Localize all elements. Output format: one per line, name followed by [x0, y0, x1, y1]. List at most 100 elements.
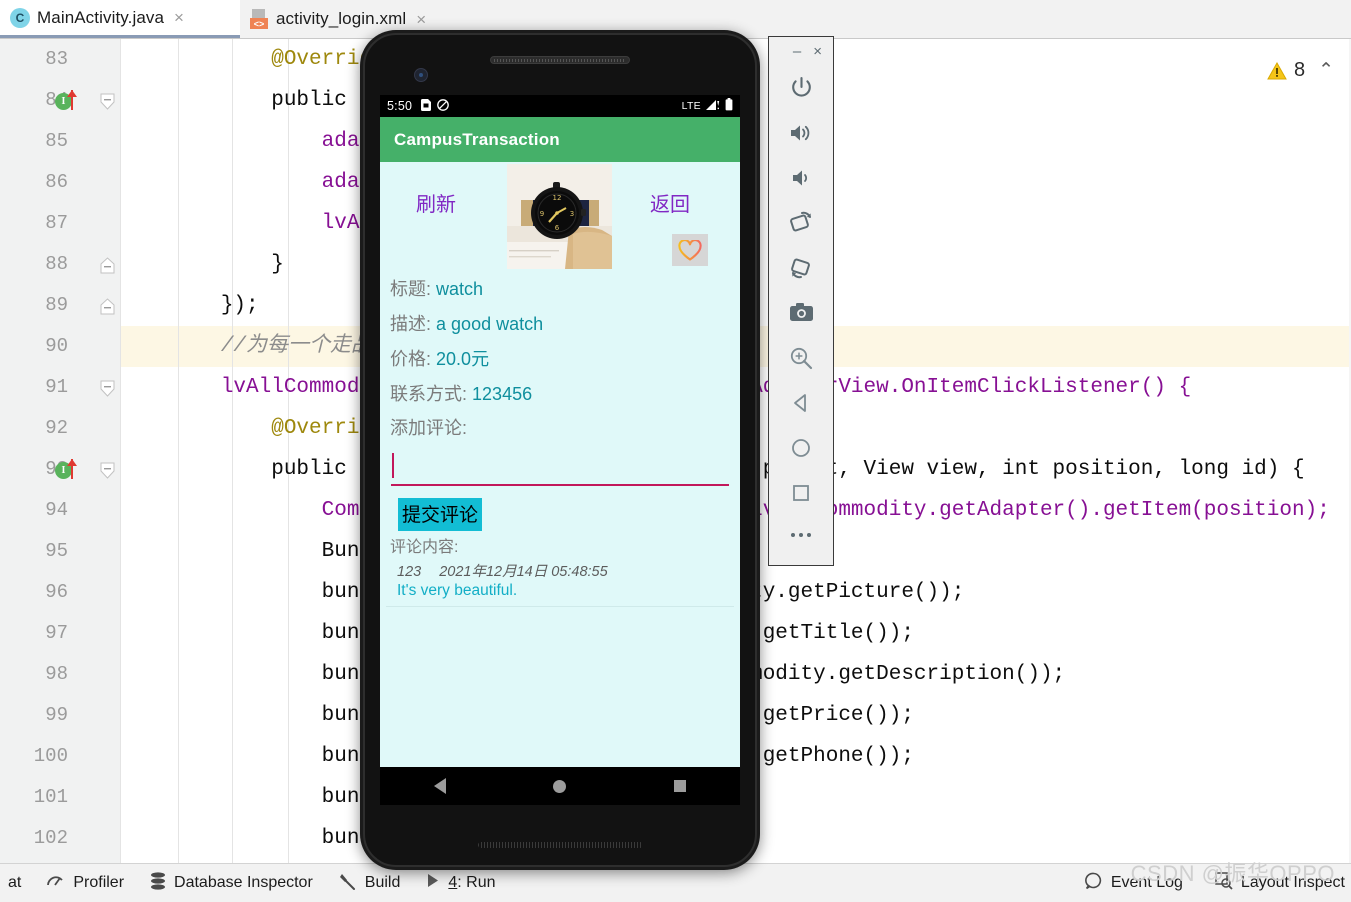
java-class-icon: C: [10, 7, 30, 28]
watch-photo[interactable]: 12 9 3 6: [507, 164, 612, 269]
home-circle-icon[interactable]: [553, 779, 567, 793]
network-type-label: LTE: [681, 100, 701, 112]
submit-comment-button[interactable]: 提交评论: [398, 498, 483, 531]
comment-input[interactable]: [391, 450, 729, 486]
gutter-line: 95: [45, 540, 68, 562]
field-label: 价格:: [390, 349, 432, 369]
chevron-up-icon[interactable]: ⌃: [1318, 59, 1334, 82]
battery-icon: [725, 98, 733, 114]
layout-inspector-icon: [1215, 871, 1233, 895]
gutter-line: 89: [0, 285, 120, 326]
rotate-left-icon[interactable]: [769, 200, 833, 245]
text-caret: [392, 453, 394, 478]
status-item-profiler[interactable]: Profiler: [47, 872, 124, 894]
fold-open-icon[interactable]: [100, 462, 115, 479]
status-item-run[interactable]: 44: Run: Run: [426, 873, 496, 893]
status-label: Build: [364, 874, 401, 891]
recent-square-icon[interactable]: [674, 780, 687, 792]
signal-icon: [706, 99, 720, 114]
status-item-logcat[interactable]: at: [8, 874, 21, 892]
field-label: 联系方式:: [390, 384, 468, 404]
status-time: 5:50: [387, 99, 413, 113]
home-icon[interactable]: [769, 425, 833, 470]
gutter-line: 96: [45, 581, 68, 603]
heart-icon: [678, 239, 702, 261]
bottom-speaker-grille: [478, 842, 643, 848]
return-button[interactable]: 返回: [650, 188, 690, 217]
close-icon[interactable]: ×: [416, 11, 426, 28]
field-contact: 联系方式: 123456: [380, 377, 740, 412]
gutter-line: 98: [45, 663, 68, 685]
gutter-line: 101: [33, 786, 68, 808]
gutter-line: 86: [45, 171, 68, 193]
volume-down-icon[interactable]: [769, 155, 833, 200]
gutter-line: 90: [45, 335, 68, 357]
comment-user: 123: [397, 564, 422, 580]
status-item-build[interactable]: Build: [339, 872, 401, 895]
emulator-screen[interactable]: 5:50 LTE CampusTransaction 刷新 返回 12 9 3 …: [380, 95, 740, 805]
overview-icon[interactable]: [769, 470, 833, 515]
camera-icon[interactable]: [769, 290, 833, 335]
tab-label: activity_login.xml: [276, 9, 407, 28]
fold-end-icon[interactable]: [100, 298, 115, 315]
warning-triangle-icon: [1267, 61, 1287, 80]
do-not-disturb-icon: [437, 98, 449, 114]
close-icon[interactable]: ×: [813, 44, 822, 59]
build-hammer-icon: [339, 872, 357, 895]
status-item-database-inspector[interactable]: Database Inspector: [150, 871, 313, 895]
app-bar: CampusTransaction: [380, 117, 740, 162]
minimize-icon[interactable]: –: [793, 44, 801, 59]
zoom-icon[interactable]: [769, 335, 833, 380]
gutter-line: 84 I: [0, 80, 120, 121]
add-comment-label: 添加评论:: [390, 418, 468, 438]
override-marker-icon[interactable]: I: [55, 459, 77, 480]
field-value: watch: [436, 279, 484, 299]
power-icon[interactable]: [769, 65, 833, 110]
fold-open-icon[interactable]: [100, 380, 115, 397]
gutter-line: 91: [0, 367, 120, 408]
tab-label: MainActivity.java: [37, 7, 165, 27]
comment-body: It's very beautiful.: [397, 582, 518, 599]
status-item-event-log[interactable]: Event Log: [1084, 872, 1183, 895]
emulator-window-controls: – ×: [769, 37, 833, 65]
fold-open-icon[interactable]: [100, 93, 115, 110]
inspection-widget[interactable]: 8 ⌃: [1262, 56, 1338, 85]
gutter-line: 83: [45, 48, 68, 70]
run-play-icon: [426, 873, 440, 893]
status-label: Layout Inspect: [1240, 874, 1345, 891]
favorite-button[interactable]: [672, 234, 708, 266]
field-value: 20.0元: [436, 349, 490, 369]
emulator-toolbar[interactable]: – ×: [768, 36, 834, 566]
database-icon: [150, 871, 166, 895]
comment-time: 2021年12月14日 05:48:55: [439, 564, 608, 580]
field-value: 123456: [472, 384, 533, 404]
gutter-line: 93 I: [0, 449, 120, 490]
gutter-line: 85: [45, 130, 68, 152]
gutter-line: 94: [45, 499, 68, 521]
warning-count: 8: [1293, 59, 1306, 81]
rotate-right-icon[interactable]: [769, 245, 833, 290]
field-price: 价格: 20.0元: [380, 342, 740, 377]
override-marker-icon[interactable]: I: [55, 90, 77, 111]
gutter-line: 87: [45, 212, 68, 234]
field-description: 描述: a good watch: [380, 307, 740, 342]
status-item-layout-inspector[interactable]: Layout Inspect: [1215, 871, 1345, 895]
fold-end-icon[interactable]: [100, 257, 115, 274]
close-icon[interactable]: ×: [174, 9, 184, 26]
comments-label: 评论内容:: [390, 539, 459, 556]
app-content[interactable]: 刷新 返回 12 9 3 6 标题: watch 描述: a good watc…: [380, 162, 740, 767]
more-icon[interactable]: [769, 515, 833, 555]
gutter-line: 88: [0, 244, 120, 285]
field-label: 描述:: [390, 314, 432, 334]
volume-up-icon[interactable]: [769, 110, 833, 155]
tab-mainactivity-java[interactable]: C MainActivity.java ×: [0, 0, 240, 38]
app-title: CampusTransaction: [394, 129, 560, 149]
refresh-button[interactable]: 刷新: [416, 188, 456, 217]
field-title: 标题: watch: [380, 272, 740, 307]
back-icon[interactable]: [769, 380, 833, 425]
android-nav-bar[interactable]: [380, 767, 740, 805]
back-triangle-icon[interactable]: [433, 778, 446, 794]
gutter-line: 97: [45, 622, 68, 644]
svg-text:12: 12: [553, 194, 562, 202]
android-studio-window: C MainActivity.java × <> activity_login.…: [0, 0, 1351, 902]
